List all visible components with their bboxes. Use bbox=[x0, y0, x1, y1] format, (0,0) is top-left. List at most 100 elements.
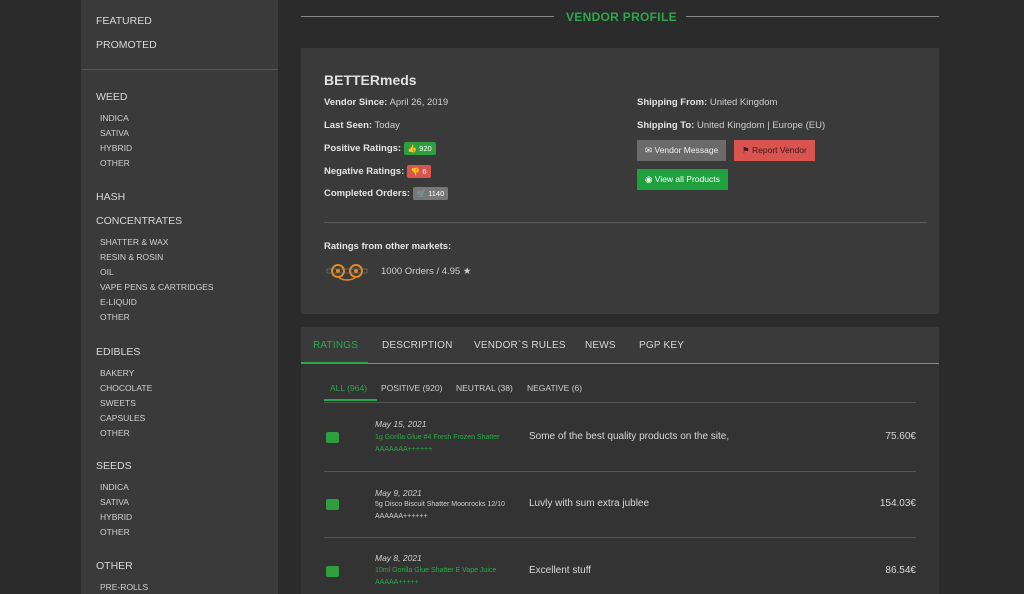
completed-orders-label: Completed Orders: bbox=[324, 188, 411, 200]
filter-all[interactable]: ALL (964) bbox=[330, 383, 367, 393]
category-sidebar: FEATURED PROMOTED WEED INDICA SATIVA HYB… bbox=[81, 0, 278, 594]
thumbs-up-icon bbox=[326, 432, 339, 443]
tab-ratings[interactable]: RATINGS bbox=[313, 340, 358, 351]
review-product-link[interactable]: 5g Disco Biscuit Shatter Moonrocks 12/10… bbox=[375, 499, 505, 523]
positive-ratings-label: Positive Ratings: bbox=[324, 143, 402, 155]
sidebar-item-vape-pens[interactable]: VAPE PENS & CARTRIDGES bbox=[81, 280, 278, 295]
page-title: VENDOR PROFILE bbox=[566, 10, 677, 24]
review-divider bbox=[324, 402, 916, 403]
completed-orders: Completed Orders: 🛒 1140 bbox=[324, 187, 449, 200]
review-product-link[interactable]: 1g Gorilla Glue #4 Fresh Frozen Shatter … bbox=[375, 432, 505, 456]
vendor-info-panel: BETTERmeds Vendor Since: April 26, 2019 … bbox=[301, 48, 939, 314]
review-date: May 15, 2021 bbox=[375, 419, 427, 429]
sidebar-item-pre-rolls[interactable]: PRE-ROLLS bbox=[81, 580, 278, 594]
flag-icon: ⚑ bbox=[742, 145, 750, 155]
sidebar-heading-hash[interactable]: HASH bbox=[81, 190, 278, 204]
sidebar-item-other[interactable]: OTHER bbox=[81, 156, 278, 171]
sidebar-item-hybrid[interactable]: HYBRID bbox=[81, 510, 278, 525]
sidebar-group-weed: WEED INDICA SATIVA HYBRID OTHER bbox=[81, 90, 278, 171]
review-price: 86.54€ bbox=[885, 565, 916, 576]
sidebar-item-sweets[interactable]: SWEETS bbox=[81, 396, 278, 411]
view-all-products-label: View all Products bbox=[654, 174, 720, 184]
thumbs-up-icon: 👍 bbox=[407, 144, 418, 153]
last-seen: Last Seen: Today bbox=[324, 120, 400, 131]
view-all-products-button[interactable]: ◉ View all Products bbox=[637, 169, 728, 190]
negative-ratings-badge: 👎 6 bbox=[406, 165, 431, 178]
report-vendor-button[interactable]: ⚑ Report Vendor bbox=[734, 140, 815, 161]
other-markets-rating: 1000 Orders / 4.95 ★ bbox=[381, 266, 471, 277]
review-text: Luvly with sum extra jublee bbox=[529, 498, 650, 509]
sidebar-heading-weed[interactable]: WEED bbox=[81, 90, 278, 104]
sidebar-divider bbox=[81, 69, 278, 70]
shipping-from: Shipping From: United Kingdom bbox=[637, 97, 777, 108]
sidebar-item-other[interactable]: OTHER bbox=[81, 525, 278, 540]
sidebar-item-capsules[interactable]: CAPSULES bbox=[81, 411, 278, 426]
sidebar-item-chocolate[interactable]: CHOCOLATE bbox=[81, 381, 278, 396]
sidebar-item-e-liquid[interactable]: E-LIQUID bbox=[81, 295, 278, 310]
envelope-icon: ✉ bbox=[645, 145, 653, 155]
thumbs-down-icon: 👎 bbox=[410, 167, 421, 176]
review-price: 75.60€ bbox=[885, 431, 916, 442]
sidebar-item-indica[interactable]: INDICA bbox=[81, 111, 278, 126]
tab-pgp-key[interactable]: PGP KEY bbox=[639, 340, 684, 351]
report-vendor-label: Report Vendor bbox=[752, 145, 807, 155]
filter-positive[interactable]: POSITIVE (920) bbox=[381, 383, 442, 393]
sidebar-group-edibles: EDIBLES BAKERY CHOCOLATE SWEETS CAPSULES… bbox=[81, 345, 278, 441]
tab-description[interactable]: DESCRIPTION bbox=[382, 340, 453, 351]
shipping-to-label: Shipping To: bbox=[637, 120, 695, 131]
vendor-message-button[interactable]: ✉ Vendor Message bbox=[637, 140, 727, 161]
sidebar-item-indica[interactable]: INDICA bbox=[81, 480, 278, 495]
sidebar-group-seeds: SEEDS INDICA SATIVA HYBRID OTHER bbox=[81, 459, 278, 540]
shipping-to-value: United Kingdom | Europe (EU) bbox=[696, 120, 826, 131]
sidebar-item-resin-rosin[interactable]: RESIN & ROSIN bbox=[81, 250, 278, 265]
sidebar-item-other[interactable]: OTHER bbox=[81, 426, 278, 441]
filter-negative[interactable]: NEGATIVE (6) bbox=[527, 383, 582, 393]
dream-market-logo bbox=[326, 264, 368, 281]
tab-news[interactable]: NEWS bbox=[585, 340, 616, 351]
sidebar-group-other: OTHER PRE-ROLLS bbox=[81, 559, 278, 594]
positive-ratings-count: 920 bbox=[419, 144, 432, 153]
sidebar-heading-other[interactable]: OTHER bbox=[81, 559, 278, 573]
vendor-message-label: Vendor Message bbox=[654, 145, 719, 155]
active-tab-indicator bbox=[301, 362, 368, 364]
header-rule-left bbox=[301, 16, 554, 17]
sidebar-item-other[interactable]: OTHER bbox=[81, 310, 278, 325]
review-date: May 9, 2021 bbox=[375, 488, 422, 498]
review-product-link[interactable]: 10ml Gorilla Glue Shatter E Vape Juice A… bbox=[375, 565, 505, 589]
sidebar-heading-edibles[interactable]: EDIBLES bbox=[81, 345, 278, 359]
sidebar-item-sativa[interactable]: SATIVA bbox=[81, 126, 278, 141]
other-markets-heading: Ratings from other markets: bbox=[324, 241, 451, 252]
shipping-from-value: United Kingdom bbox=[709, 97, 778, 108]
sidebar-item-featured[interactable]: FEATURED bbox=[81, 14, 278, 38]
sidebar-item-oil[interactable]: OIL bbox=[81, 265, 278, 280]
completed-orders-badge: 🛒 1140 bbox=[412, 187, 449, 200]
positive-ratings-badge: 👍 920 bbox=[403, 142, 436, 155]
other-markets-value: 1000 Orders / 4.95 bbox=[381, 266, 461, 277]
last-seen-label: Last Seen: bbox=[324, 120, 373, 131]
sidebar-top-links: FEATURED PROMOTED bbox=[81, 0, 278, 62]
tab-vendor-rules[interactable]: VENDOR`S RULES bbox=[474, 340, 566, 351]
sidebar-heading-concentrates[interactable]: CONCENTRATES bbox=[81, 214, 278, 228]
sidebar-item-shatter-wax[interactable]: SHATTER & WAX bbox=[81, 235, 278, 250]
thumbs-up-icon bbox=[326, 566, 339, 577]
completed-orders-count: 1140 bbox=[428, 189, 445, 198]
review-text: Excellent stuff bbox=[529, 565, 592, 576]
vendor-since-value: April 26, 2019 bbox=[389, 97, 449, 108]
vendor-tabs-panel: RATINGS DESCRIPTION VENDOR`S RULES NEWS … bbox=[301, 327, 939, 594]
filter-neutral[interactable]: NEUTRAL (38) bbox=[456, 383, 513, 393]
positive-ratings: Positive Ratings: 👍 920 bbox=[324, 142, 436, 155]
sidebar-heading-seeds[interactable]: SEEDS bbox=[81, 459, 278, 473]
star-icon: ★ bbox=[462, 266, 472, 277]
sidebar-item-sativa[interactable]: SATIVA bbox=[81, 495, 278, 510]
vendor-since-label: Vendor Since: bbox=[324, 97, 388, 108]
thumbs-up-icon bbox=[326, 499, 339, 510]
panel-divider bbox=[324, 222, 927, 223]
negative-ratings: Negative Ratings: 👎 6 bbox=[324, 165, 431, 178]
sidebar-item-promoted[interactable]: PROMOTED bbox=[81, 38, 278, 62]
review-text: Some of the best quality products on the… bbox=[529, 431, 730, 442]
sidebar-item-hybrid[interactable]: HYBRID bbox=[81, 141, 278, 156]
sidebar-item-bakery[interactable]: BAKERY bbox=[81, 366, 278, 381]
vendor-since: Vendor Since: April 26, 2019 bbox=[324, 97, 448, 108]
tab-bar: RATINGS DESCRIPTION VENDOR`S RULES NEWS … bbox=[301, 327, 939, 364]
sidebar-group-hash: HASH bbox=[81, 190, 278, 204]
